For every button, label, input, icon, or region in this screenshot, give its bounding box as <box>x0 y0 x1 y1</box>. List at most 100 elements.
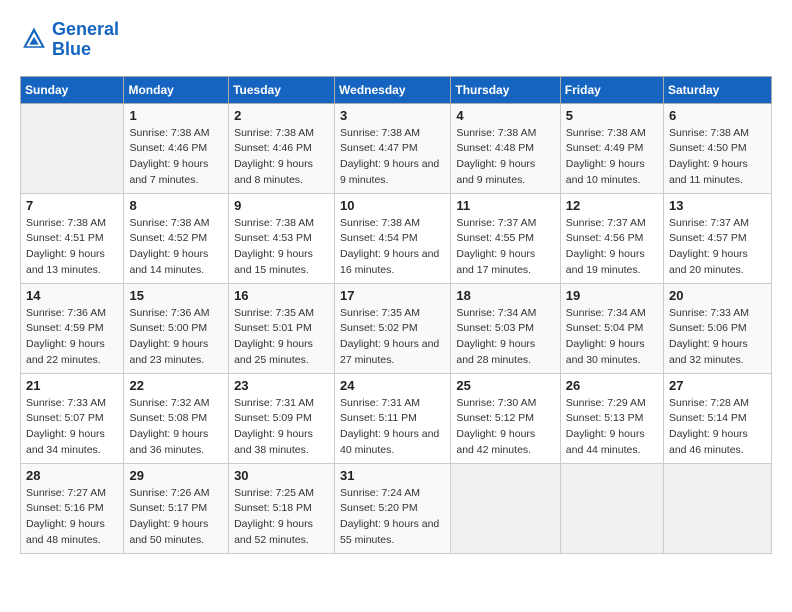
day-number: 26 <box>566 378 658 393</box>
day-cell: 22 Sunrise: 7:32 AMSunset: 5:08 PMDayligh… <box>124 373 229 463</box>
day-cell: 11 Sunrise: 7:37 AMSunset: 4:55 PMDayligh… <box>451 193 560 283</box>
day-info: Sunrise: 7:26 AMSunset: 5:17 PMDaylight:… <box>129 486 223 549</box>
day-number: 16 <box>234 288 329 303</box>
day-cell: 6 Sunrise: 7:38 AMSunset: 4:50 PMDaylight… <box>664 103 772 193</box>
day-cell: 2 Sunrise: 7:38 AMSunset: 4:46 PMDaylight… <box>229 103 335 193</box>
day-cell: 23 Sunrise: 7:31 AMSunset: 5:09 PMDayligh… <box>229 373 335 463</box>
day-info: Sunrise: 7:38 AMSunset: 4:52 PMDaylight:… <box>129 216 223 279</box>
day-info: Sunrise: 7:27 AMSunset: 5:16 PMDaylight:… <box>26 486 118 549</box>
day-cell: 12 Sunrise: 7:37 AMSunset: 4:56 PMDayligh… <box>560 193 663 283</box>
day-cell: 20Sunrise: 7:33 AMSunset: 5:06 PMDayligh… <box>664 283 772 373</box>
day-number: 18 <box>456 288 554 303</box>
day-number: 17 <box>340 288 445 303</box>
day-info: Sunrise: 7:38 AMSunset: 4:49 PMDaylight:… <box>566 126 658 189</box>
day-info: Sunrise: 7:34 AMSunset: 5:03 PMDaylight:… <box>456 306 554 369</box>
day-cell: 8 Sunrise: 7:38 AMSunset: 4:52 PMDaylight… <box>124 193 229 283</box>
day-info: Sunrise: 7:38 AMSunset: 4:46 PMDaylight:… <box>129 126 223 189</box>
day-info: Sunrise: 7:25 AMSunset: 5:18 PMDaylight:… <box>234 486 329 549</box>
day-number: 2 <box>234 108 329 123</box>
day-cell: 29 Sunrise: 7:26 AMSunset: 5:17 PMDayligh… <box>124 463 229 553</box>
column-header-wednesday: Wednesday <box>335 76 451 103</box>
day-number: 6 <box>669 108 766 123</box>
day-cell: 18 Sunrise: 7:34 AMSunset: 5:03 PMDayligh… <box>451 283 560 373</box>
day-number: 9 <box>234 198 329 213</box>
day-cell: 28 Sunrise: 7:27 AMSunset: 5:16 PMDayligh… <box>21 463 124 553</box>
day-info: Sunrise: 7:38 AMSunset: 4:51 PMDaylight:… <box>26 216 118 279</box>
day-number: 8 <box>129 198 223 213</box>
day-cell: 25 Sunrise: 7:30 AMSunset: 5:12 PMDayligh… <box>451 373 560 463</box>
day-number: 11 <box>456 198 554 213</box>
logo-text: General Blue <box>52 20 119 60</box>
day-number: 1 <box>129 108 223 123</box>
day-cell: 10 Sunrise: 7:38 AMSunset: 4:54 PMDayligh… <box>335 193 451 283</box>
day-number: 28 <box>26 468 118 483</box>
day-info: Sunrise: 7:35 AMSunset: 5:01 PMDaylight:… <box>234 306 329 369</box>
day-cell: 31 Sunrise: 7:24 AMSunset: 5:20 PMDayligh… <box>335 463 451 553</box>
day-info: Sunrise: 7:30 AMSunset: 5:12 PMDaylight:… <box>456 396 554 459</box>
day-number: 5 <box>566 108 658 123</box>
week-row-3: 14Sunrise: 7:36 AMSunset: 4:59 PMDayligh… <box>21 283 772 373</box>
day-number: 23 <box>234 378 329 393</box>
day-info: Sunrise: 7:36 AMSunset: 5:00 PMDaylight:… <box>129 306 223 369</box>
day-cell: 19Sunrise: 7:34 AMSunset: 5:04 PMDayligh… <box>560 283 663 373</box>
day-cell: 16 Sunrise: 7:35 AMSunset: 5:01 PMDayligh… <box>229 283 335 373</box>
logo-icon <box>20 26 48 54</box>
day-number: 12 <box>566 198 658 213</box>
day-number: 4 <box>456 108 554 123</box>
day-number: 31 <box>340 468 445 483</box>
day-cell: 17 Sunrise: 7:35 AMSunset: 5:02 PMDayligh… <box>335 283 451 373</box>
day-info: Sunrise: 7:38 AMSunset: 4:50 PMDaylight:… <box>669 126 766 189</box>
day-info: Sunrise: 7:37 AMSunset: 4:56 PMDaylight:… <box>566 216 658 279</box>
week-row-2: 7 Sunrise: 7:38 AMSunset: 4:51 PMDaylight… <box>21 193 772 283</box>
day-number: 13 <box>669 198 766 213</box>
day-number: 29 <box>129 468 223 483</box>
day-cell <box>451 463 560 553</box>
day-number: 10 <box>340 198 445 213</box>
day-cell: 9 Sunrise: 7:38 AMSunset: 4:53 PMDaylight… <box>229 193 335 283</box>
day-number: 30 <box>234 468 329 483</box>
header-row: SundayMondayTuesdayWednesdayThursdayFrid… <box>21 76 772 103</box>
day-cell: 27Sunrise: 7:28 AMSunset: 5:14 PMDayligh… <box>664 373 772 463</box>
day-cell: 24 Sunrise: 7:31 AMSunset: 5:11 PMDayligh… <box>335 373 451 463</box>
calendar-table: SundayMondayTuesdayWednesdayThursdayFrid… <box>20 76 772 554</box>
day-info: Sunrise: 7:24 AMSunset: 5:20 PMDaylight:… <box>340 486 445 549</box>
day-info: Sunrise: 7:37 AMSunset: 4:57 PMDaylight:… <box>669 216 766 279</box>
day-number: 25 <box>456 378 554 393</box>
page-header: General Blue <box>20 20 772 60</box>
day-number: 24 <box>340 378 445 393</box>
column-header-friday: Friday <box>560 76 663 103</box>
day-info: Sunrise: 7:29 AMSunset: 5:13 PMDaylight:… <box>566 396 658 459</box>
column-header-tuesday: Tuesday <box>229 76 335 103</box>
day-number: 19 <box>566 288 658 303</box>
day-cell: 14Sunrise: 7:36 AMSunset: 4:59 PMDayligh… <box>21 283 124 373</box>
day-cell: 30 Sunrise: 7:25 AMSunset: 5:18 PMDayligh… <box>229 463 335 553</box>
day-info: Sunrise: 7:33 AMSunset: 5:06 PMDaylight:… <box>669 306 766 369</box>
day-info: Sunrise: 7:32 AMSunset: 5:08 PMDaylight:… <box>129 396 223 459</box>
day-info: Sunrise: 7:28 AMSunset: 5:14 PMDaylight:… <box>669 396 766 459</box>
column-header-saturday: Saturday <box>664 76 772 103</box>
day-cell: 26 Sunrise: 7:29 AMSunset: 5:13 PMDayligh… <box>560 373 663 463</box>
column-header-sunday: Sunday <box>21 76 124 103</box>
day-number: 22 <box>129 378 223 393</box>
logo: General Blue <box>20 20 119 60</box>
day-info: Sunrise: 7:38 AMSunset: 4:54 PMDaylight:… <box>340 216 445 279</box>
day-info: Sunrise: 7:38 AMSunset: 4:46 PMDaylight:… <box>234 126 329 189</box>
day-info: Sunrise: 7:37 AMSunset: 4:55 PMDaylight:… <box>456 216 554 279</box>
day-number: 7 <box>26 198 118 213</box>
column-header-thursday: Thursday <box>451 76 560 103</box>
day-cell: 7 Sunrise: 7:38 AMSunset: 4:51 PMDaylight… <box>21 193 124 283</box>
day-cell: 1 Sunrise: 7:38 AMSunset: 4:46 PMDaylight… <box>124 103 229 193</box>
day-cell: 13 Sunrise: 7:37 AMSunset: 4:57 PMDayligh… <box>664 193 772 283</box>
day-cell: 5 Sunrise: 7:38 AMSunset: 4:49 PMDaylight… <box>560 103 663 193</box>
day-cell: 3Sunrise: 7:38 AMSunset: 4:47 PMDaylight… <box>335 103 451 193</box>
day-info: Sunrise: 7:38 AMSunset: 4:53 PMDaylight:… <box>234 216 329 279</box>
day-cell <box>664 463 772 553</box>
day-number: 3 <box>340 108 445 123</box>
day-info: Sunrise: 7:31 AMSunset: 5:09 PMDaylight:… <box>234 396 329 459</box>
day-info: Sunrise: 7:35 AMSunset: 5:02 PMDaylight:… <box>340 306 445 369</box>
day-cell: 15 Sunrise: 7:36 AMSunset: 5:00 PMDayligh… <box>124 283 229 373</box>
day-info: Sunrise: 7:31 AMSunset: 5:11 PMDaylight:… <box>340 396 445 459</box>
day-cell: 21Sunrise: 7:33 AMSunset: 5:07 PMDayligh… <box>21 373 124 463</box>
day-number: 15 <box>129 288 223 303</box>
day-info: Sunrise: 7:38 AMSunset: 4:48 PMDaylight:… <box>456 126 554 189</box>
